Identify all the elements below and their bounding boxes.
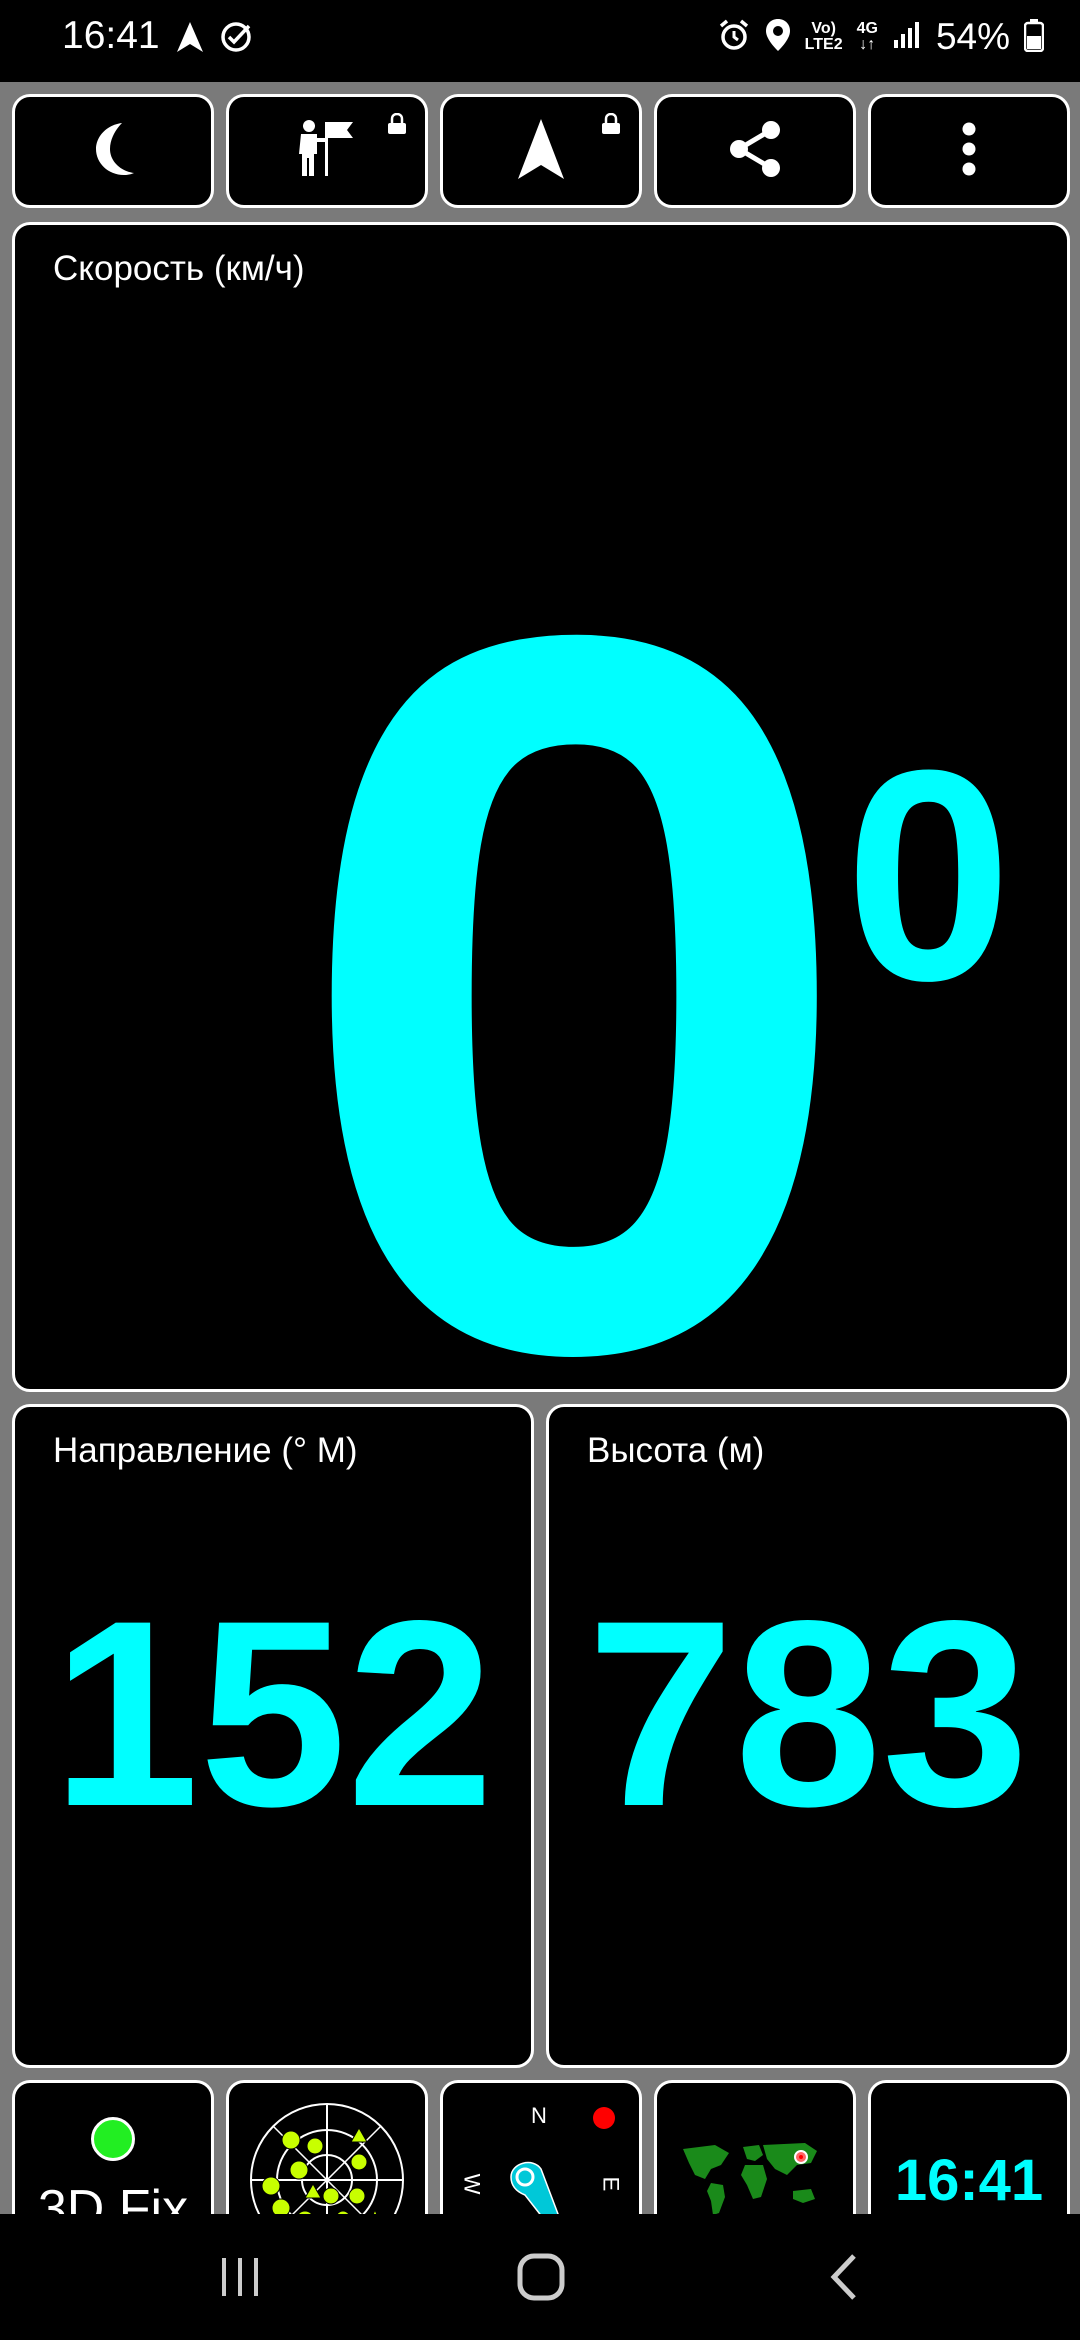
speed-decimal: 0: [845, 707, 1012, 1043]
share-icon: [727, 120, 783, 183]
heading-panel[interactable]: Направление (° M) 152: [12, 1404, 534, 2068]
target-dot-icon: [593, 2107, 615, 2129]
main-area: Скорость (км/ч) 0 0 Направление (° M) 15…: [0, 82, 1080, 2284]
volte-indicator: Vo) LTE2: [804, 20, 843, 53]
heading-value: 152: [51, 1566, 495, 1862]
compass-east: E: [598, 2176, 624, 2192]
altitude-value: 783: [586, 1566, 1030, 1862]
recents-button[interactable]: [218, 2254, 264, 2305]
altitude-label: Высота (м): [587, 1431, 765, 1470]
system-nav-bar: [0, 2214, 1080, 2340]
night-mode-button[interactable]: [12, 94, 214, 208]
more-options-button[interactable]: [868, 94, 1070, 208]
fix-status-dot: [91, 2117, 135, 2161]
moon-icon: [88, 119, 138, 184]
speed-value: 0: [291, 425, 858, 1392]
battery-percent: 54%: [935, 16, 1010, 57]
status-time: 16:41: [62, 14, 160, 57]
home-button[interactable]: [516, 2252, 566, 2307]
navigation-button[interactable]: [440, 94, 642, 208]
compass-west: W: [459, 2173, 485, 2195]
lock-icon: [601, 112, 621, 140]
network-type-indicator: 4G ↓↑: [856, 20, 878, 53]
speed-panel[interactable]: Скорость (км/ч) 0 0: [12, 222, 1070, 1392]
compass-north: N: [531, 2103, 547, 2128]
signal-icon: [892, 20, 922, 55]
status-bar: 16:41 Vo) LTE2 4G ↓↑ 54%: [0, 0, 1080, 82]
location-pin-icon: [765, 18, 791, 57]
back-button[interactable]: [826, 2252, 862, 2307]
battery-icon: [1023, 18, 1045, 57]
waypoint-person-icon: [295, 118, 359, 185]
altitude-panel[interactable]: Высота (м) 783: [546, 1404, 1070, 2068]
share-button[interactable]: [654, 94, 856, 208]
lock-icon: [387, 112, 407, 140]
navigation-arrow-icon: [516, 117, 566, 186]
speed-label: Скорость (км/ч): [53, 249, 305, 288]
alarm-icon: [717, 18, 751, 57]
heading-label: Направление (° M): [53, 1431, 358, 1470]
more-vert-icon: [961, 121, 977, 182]
clock-time: 16:41: [894, 2148, 1044, 2213]
navigation-icon: [175, 20, 205, 59]
waypoint-button[interactable]: [226, 94, 428, 208]
check-circle-icon: [219, 20, 253, 59]
